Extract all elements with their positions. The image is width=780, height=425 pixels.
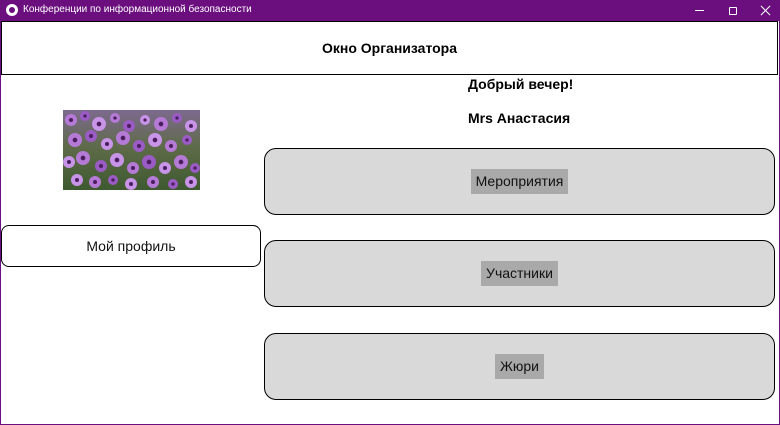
flower-center: [72, 137, 78, 143]
flower-center: [152, 137, 158, 143]
flower-center: [158, 121, 164, 127]
flower-center: [89, 134, 93, 138]
flower-center: [127, 124, 131, 128]
page-title: Окно Организатора: [321, 40, 458, 56]
flower-center: [131, 166, 135, 170]
flower-center: [151, 180, 155, 184]
profile-photo: [63, 110, 200, 190]
app-icon: [6, 4, 18, 16]
flower-center: [69, 118, 73, 122]
flower-center: [175, 116, 179, 120]
flower-center: [193, 166, 197, 170]
flower-center: [146, 159, 152, 165]
flower-center: [163, 166, 167, 170]
flower-center: [105, 142, 109, 146]
greeting-text: Добрый вечер!: [468, 76, 574, 92]
flower-center: [143, 118, 147, 122]
flower-center: [67, 160, 71, 164]
flower-center: [129, 182, 133, 186]
flower-center: [120, 135, 126, 141]
user-name: Mrs Анастасия: [468, 110, 571, 126]
flower-center: [171, 182, 175, 186]
jury-card[interactable]: Жюри: [264, 333, 775, 400]
flower-center: [80, 155, 86, 161]
events-button[interactable]: Мероприятия: [470, 169, 569, 194]
close-icon: [760, 5, 771, 16]
jury-button[interactable]: Жюри: [494, 354, 545, 379]
flower-center: [83, 114, 87, 118]
minimize-icon: [694, 10, 704, 11]
flower-center: [189, 180, 193, 184]
flower-center: [185, 138, 189, 142]
flower-center: [99, 164, 103, 168]
flower-center: [137, 144, 141, 148]
flower-center: [96, 121, 102, 127]
page-header: Окно Организатора: [1, 21, 778, 75]
window-title: Конференции по информационной безопаснос…: [23, 4, 252, 15]
flower-center: [111, 178, 115, 182]
minimize-button[interactable]: [682, 0, 716, 21]
flower-center: [93, 180, 97, 184]
maximize-button[interactable]: [716, 0, 750, 21]
flower-center: [169, 144, 173, 148]
flower-center: [178, 159, 184, 165]
flower-center: [75, 178, 79, 182]
my-profile-button[interactable]: Мой профиль: [1, 225, 261, 267]
close-button[interactable]: [748, 0, 780, 21]
window-titlebar[interactable]: Конференции по информационной безопаснос…: [0, 0, 780, 21]
flower-center: [113, 116, 117, 120]
participants-card[interactable]: Участники: [264, 240, 775, 307]
events-card[interactable]: Мероприятия: [264, 148, 775, 215]
maximize-icon: [729, 6, 737, 15]
participants-button[interactable]: Участники: [481, 261, 558, 286]
flower-center: [189, 124, 193, 128]
flower-center: [114, 157, 120, 163]
